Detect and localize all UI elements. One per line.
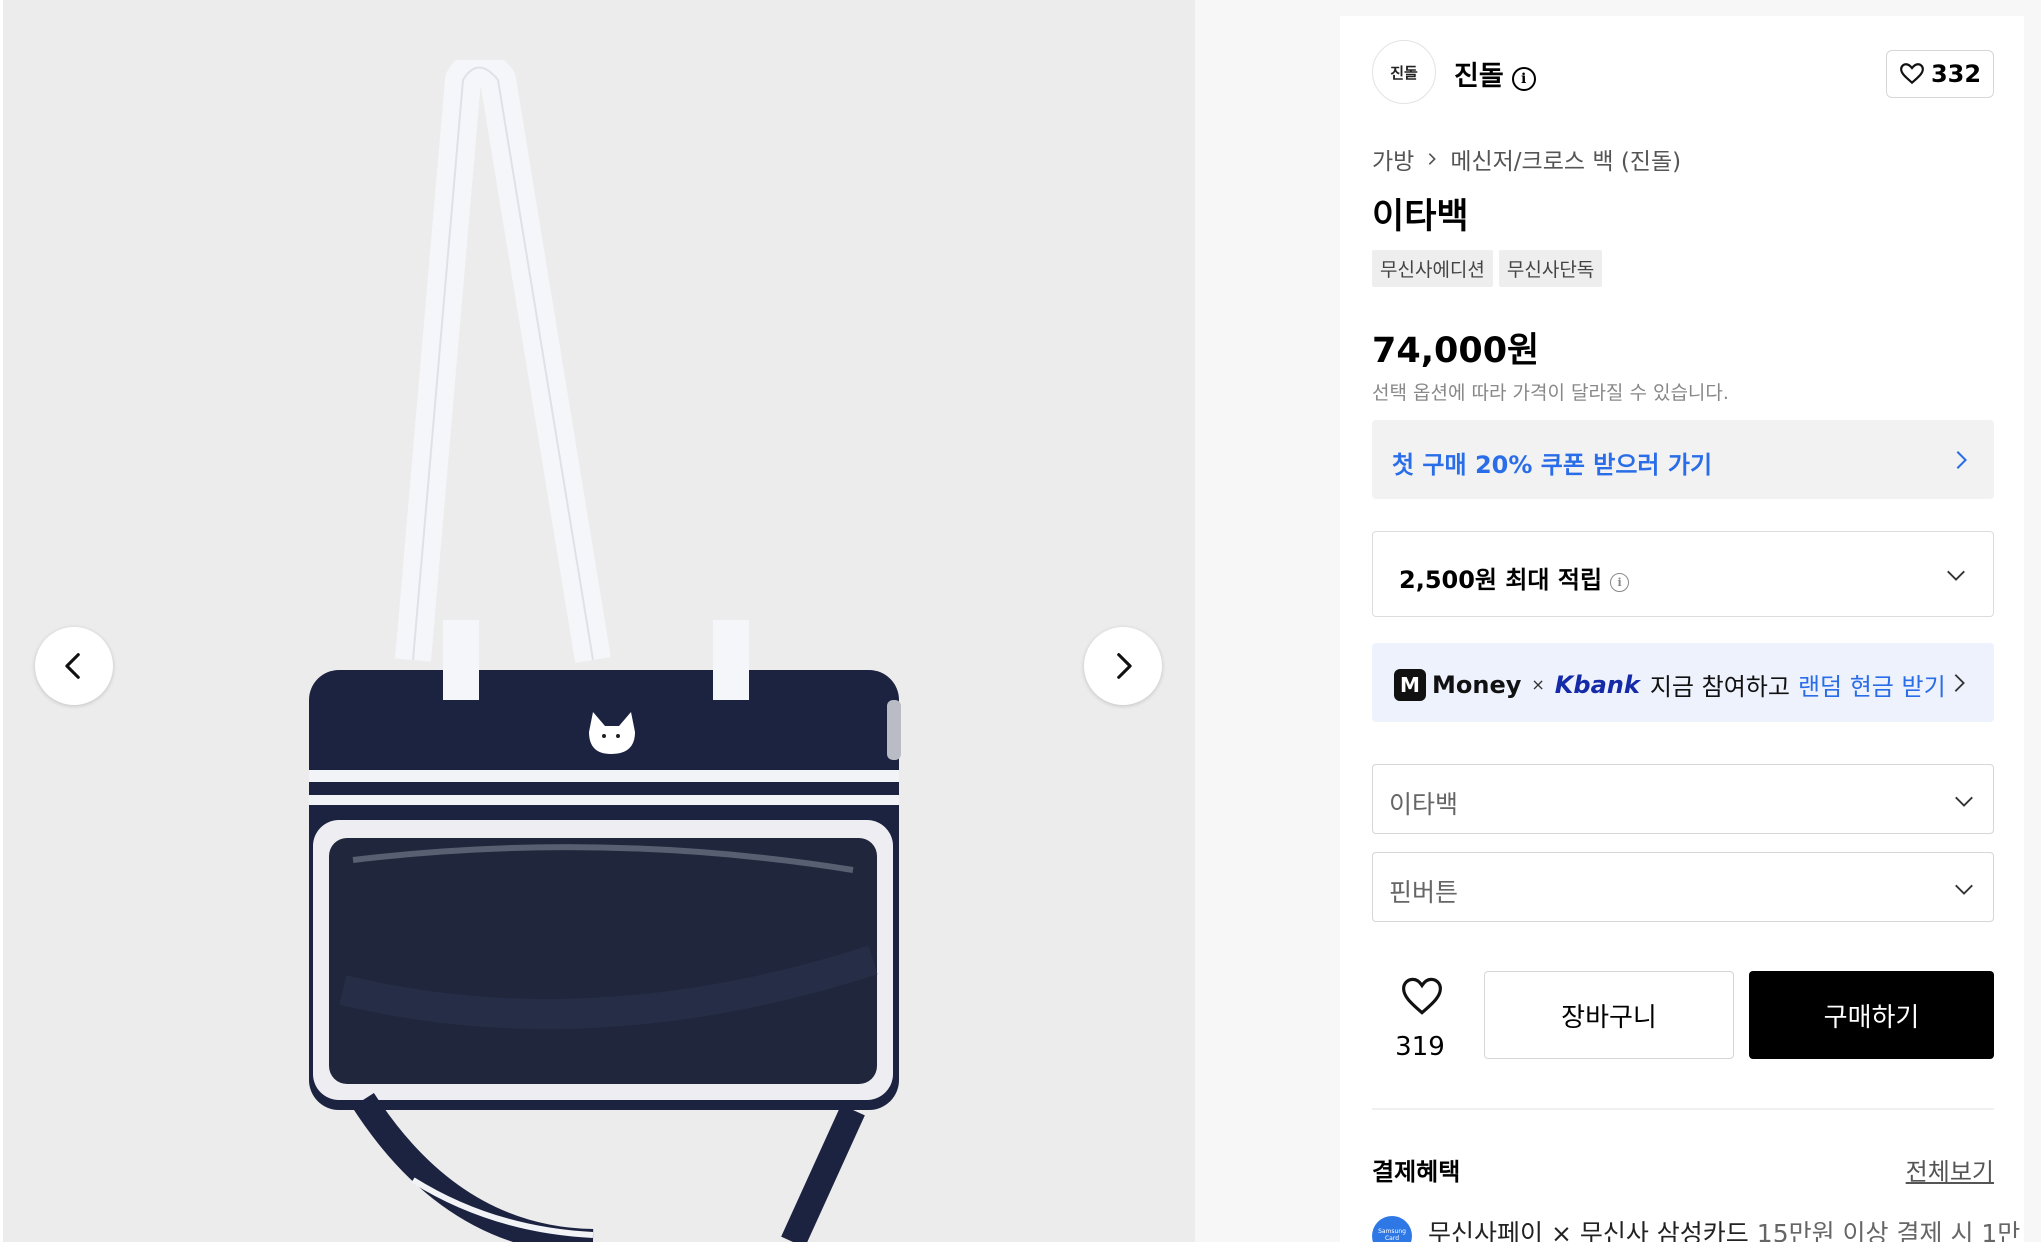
divider [1372,1108,1994,1110]
breadcrumb-category[interactable]: 가방 [1372,142,1414,176]
option-select-item-value: 이타백 [1389,790,1459,819]
chevron-right-icon [1956,451,1968,469]
info-icon[interactable]: i [1511,67,1536,91]
benefit-item-desc: 15만원 이상 결제 시 1만 [1756,1219,2021,1242]
promo-money-label: Money [1432,670,1522,699]
product-title: 이타백 [1372,197,1469,237]
price-note: 선택 옵션에 따라 가격이 달라질 수 있습니다. [1372,382,1729,404]
benefits-view-all-link[interactable]: 전체보기 [1906,1152,1994,1187]
chevron-right-icon [1117,653,1132,679]
buy-now-button[interactable]: 구매하기 [1749,971,1994,1059]
promo-times: × [1531,675,1545,694]
heart-icon [1900,63,1924,85]
product-tags: 무신사에디션 무신사단독 [1372,250,1603,287]
promo-content: M Money × Kbank 지금 참여하고 랜덤 현금 받기 [1394,667,1946,702]
gallery-next-button[interactable] [1084,627,1162,705]
samsung-card-icon: Samsung Card [1372,1216,1412,1242]
benefit-item[interactable]: 무신사페이 × 무신사 삼성카드 15만원 이상 결제 시 1만 [1428,1214,2020,1242]
points-label: 2,500원 최대 적립 [1399,566,1603,594]
product-gallery[interactable] [3,0,1195,1242]
promo-highlight: 랜덤 현금 받기 [1797,673,1946,701]
product-image [309,60,901,1242]
brand-like-button[interactable]: 332 [1886,50,1994,98]
first-purchase-coupon-banner[interactable]: 첫 구매 20% 쿠폰 받으러 가기 [1372,420,1994,499]
tag-musinsa-edition: 무신사에디션 [1372,250,1493,287]
wishlist-button[interactable]: 319 [1372,972,1468,1072]
benefit-item-title: 무신사페이 × 무신사 삼성카드 [1428,1219,1749,1242]
points-text: 2,500원 최대 적립 i [1399,560,1630,595]
product-price: 74,000원 [1372,331,1540,371]
money-logo-icon: M [1394,668,1426,701]
heart-icon [1402,977,1442,1015]
breadcrumb-subcategory[interactable]: 메신저/크로스 백 (진돌) [1450,142,1681,176]
brand-logo[interactable]: 진돌 [1372,40,1436,104]
chevron-down-icon [1947,570,1965,581]
chevron-right-icon [1954,674,1965,692]
brand-row: 진돌 진돌 i 332 [1372,40,1994,104]
tag-musinsa-exclusive: 무신사단독 [1498,250,1603,287]
chevron-down-icon [1955,884,1973,895]
promo-text: 지금 참여하고 [1649,673,1790,701]
coupon-text: 첫 구매 20% 쿠폰 받으러 가기 [1392,451,1713,479]
add-to-cart-button[interactable]: 장바구니 [1484,971,1734,1059]
kbank-logo: Kbank [1554,670,1640,699]
brand-name-text[interactable]: 진돌 [1454,61,1504,92]
info-icon[interactable]: i [1610,573,1630,592]
option-select-pin-button[interactable]: 핀버튼 [1372,852,1994,922]
money-kbank-promo-banner[interactable]: M Money × Kbank 지금 참여하고 랜덤 현금 받기 [1372,643,1994,722]
gallery-prev-button[interactable] [35,627,113,705]
chevron-right-icon [1429,153,1437,165]
chevron-left-icon [65,653,80,679]
wishlist-count: 319 [1395,1032,1445,1062]
points-accordion[interactable]: 2,500원 최대 적립 i [1372,531,1994,617]
breadcrumb: 가방 메신저/크로스 백 (진돌) [1372,142,1681,176]
brand-name[interactable]: 진돌 i [1454,54,1536,93]
product-info-panel: 진돌 진돌 i 332 가방 메신저/크로스 백 (진돌) 이타백 무신사에디션 … [1340,16,2024,1242]
chevron-down-icon [1955,796,1973,807]
option-select-pin-button-value: 핀버튼 [1389,878,1459,907]
brand-like-count: 332 [1930,60,1982,88]
payment-benefits-title: 결제혜택 [1372,1158,1461,1186]
option-select-item[interactable]: 이타백 [1372,764,1994,834]
